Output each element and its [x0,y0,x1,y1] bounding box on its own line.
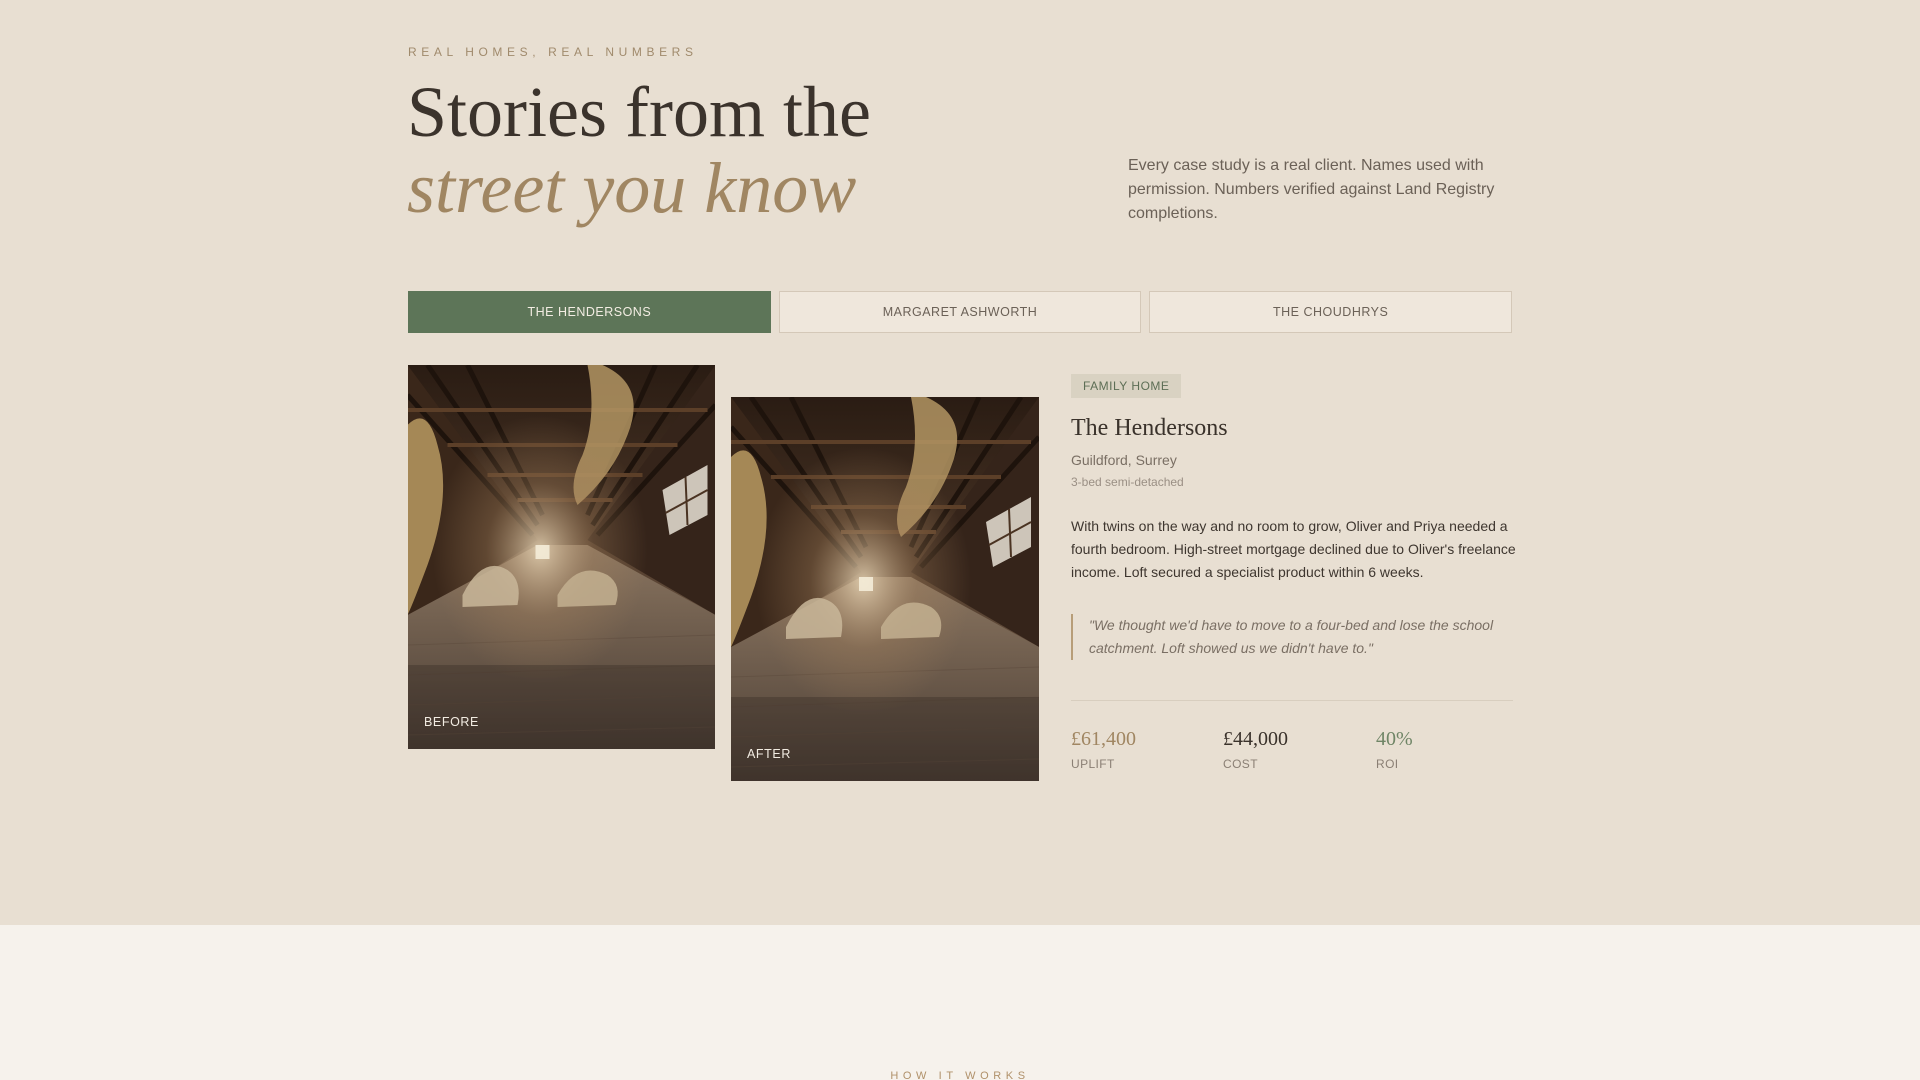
case-title: The Hendersons [1071,415,1228,441]
case-study-tabs: THE HENDERSONS MARGARET ASHWORTH THE CHO… [408,291,1513,333]
before-photo: BEFORE [408,365,715,749]
stat-cost: £44,000 COST [1223,727,1288,771]
divider [1071,700,1513,701]
case-location: Guildford, Surrey [1071,452,1177,468]
section-eyebrow: REAL HOMES, REAL NUMBERS [408,45,698,59]
client-quote: "We thought we'd have to move to a four-… [1071,614,1516,660]
section-eyebrow: HOW IT WORKS [890,1070,1030,1080]
stat-roi: 40% ROI [1376,727,1413,771]
before-label: BEFORE [424,715,479,729]
tab-the-hendersons[interactable]: THE HENDERSONS [408,291,771,333]
page-title-italic: street you know [407,148,857,228]
tab-margaret-ashworth[interactable]: MARGARET ASHWORTH [778,291,1142,333]
stat-label: ROI [1376,757,1399,771]
page-title: Stories from the [407,72,871,152]
after-photo: AFTER [731,397,1039,781]
case-story: With twins on the way and no room to gro… [1071,518,1516,580]
how-it-works-section: HOW IT WORKS [0,925,1920,1080]
stat-label: UPLIFT [1071,757,1115,771]
loft-after-image [731,397,1039,781]
stat-uplift: £61,400 UPLIFT [1071,727,1136,771]
after-label: AFTER [747,747,791,761]
intro-text: Every case study is a real client. Names… [1128,157,1495,222]
stat-value: £44,000 [1223,728,1288,750]
category-badge: FAMILY HOME [1071,374,1182,398]
tab-the-choudhrys[interactable]: THE CHOUDHRYS [1149,291,1513,333]
stat-value: £61,400 [1071,728,1136,750]
loft-before-image [408,365,715,749]
property-type: 3-bed semi-detached [1071,475,1184,489]
stat-label: COST [1223,757,1258,771]
stat-value: 40% [1376,728,1413,750]
